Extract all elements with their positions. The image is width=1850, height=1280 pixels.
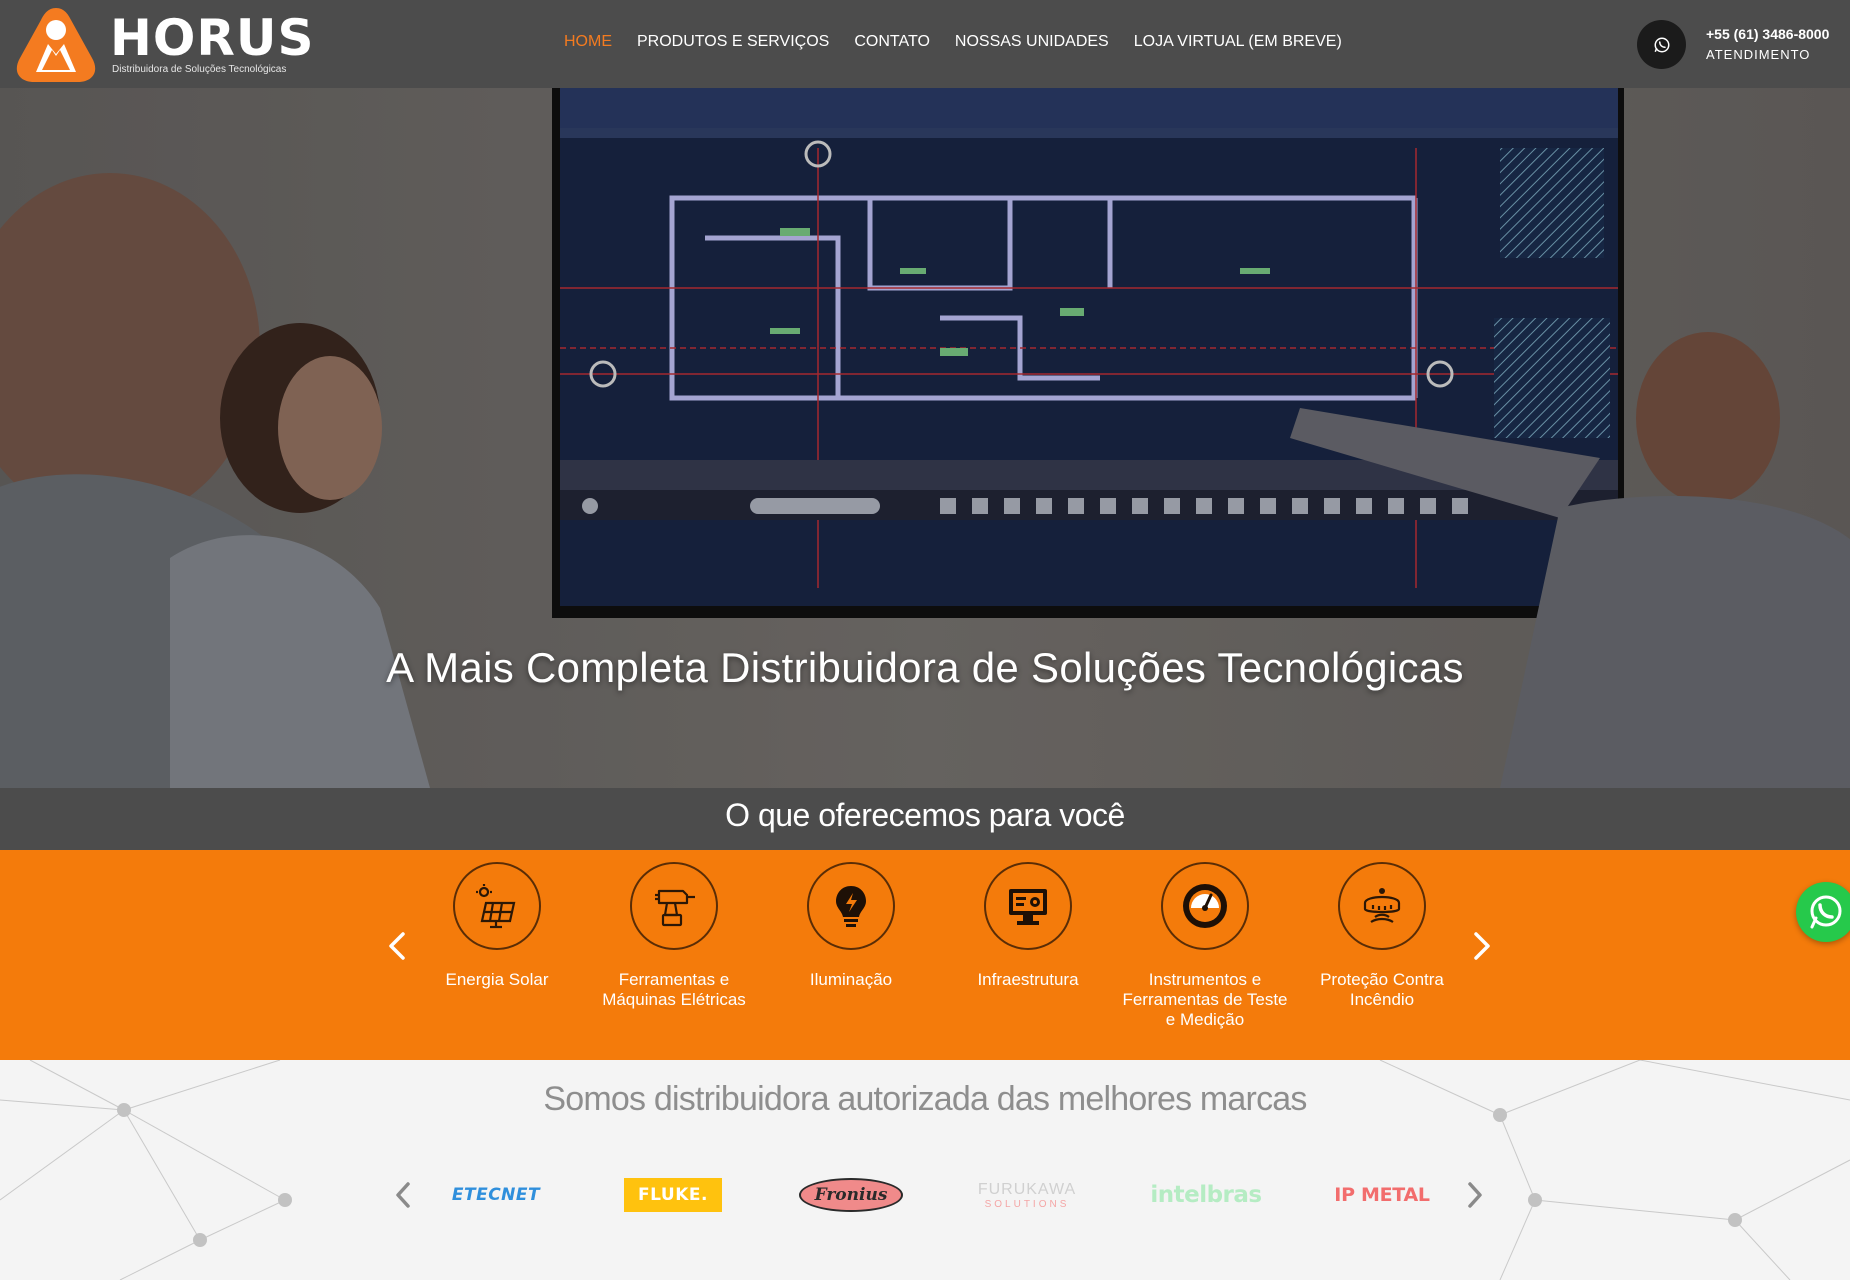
brands-title: Somos distribuidora autorizada das melho… (543, 1080, 1307, 1118)
nav-nossas-unidades[interactable]: NOSSAS UNIDADES (955, 33, 1109, 51)
nav-loja-virtual[interactable]: LOJA VIRTUAL (EM BREVE) (1134, 33, 1342, 51)
brand-logo-fluke[interactable]: FLUKE. (618, 1175, 728, 1215)
logo-tagline: Distribuidora de Soluções Tecnológicas (112, 64, 287, 75)
chevron-right-icon (1468, 1182, 1482, 1208)
whatsapp-icon (1654, 37, 1669, 52)
brand-logo-fronius[interactable]: Fronius (795, 1175, 907, 1215)
whatsapp-icon (1810, 895, 1842, 929)
main-nav: HOME PRODUTOS E SERVIÇOS CONTATO NOSSAS … (564, 33, 1342, 51)
horus-logo-icon (16, 8, 96, 82)
category-label: Infraestrutura (977, 970, 1079, 989)
category-icon-circle (1161, 862, 1249, 950)
brand-name: FLUKE. (624, 1178, 722, 1212)
category-icon-circle (453, 862, 541, 950)
brand-name: IP METAL (1334, 1184, 1430, 1206)
brands-section: Somos distribuidora autorizada das melho… (0, 1060, 1850, 1280)
category-label: Proteção Contra Incêndio (1320, 970, 1444, 1009)
gauge-icon (1183, 884, 1227, 928)
site-logo[interactable]: HORUS Distribuidora de Soluções Tecnológ… (14, 6, 314, 84)
brand-name: intelbras (1150, 1182, 1262, 1208)
nav-contato[interactable]: CONTATO (854, 33, 930, 51)
nav-produtos-servicos[interactable]: PRODUTOS E SERVIÇOS (637, 33, 829, 51)
brands-prev-button[interactable] (388, 1175, 418, 1215)
category-energia-solar[interactable]: Energia Solar (412, 862, 582, 990)
logo-wordmark: HORUS (110, 9, 315, 67)
lightbulb-icon (836, 886, 866, 927)
category-label: Instrumentos e Ferramentas de Teste e Me… (1122, 970, 1288, 1029)
whatsapp-header-button[interactable] (1637, 20, 1686, 69)
category-infraestrutura[interactable]: Infraestrutura (943, 862, 1113, 990)
nav-home[interactable]: HOME (564, 33, 612, 51)
carousel-prev-button[interactable] (382, 926, 412, 966)
brand-logo-ipmetal[interactable]: IP METAL (1322, 1175, 1442, 1215)
category-ferramentas[interactable]: Ferramentas e Máquinas Elétricas (589, 862, 759, 1010)
chevron-left-icon (396, 1182, 410, 1208)
hero-banner: A Mais Completa Distribuidora de Soluçõe… (0, 88, 1850, 788)
brands-next-button[interactable] (1460, 1175, 1490, 1215)
hero-headline: A Mais Completa Distribuidora de Soluçõe… (386, 644, 1464, 691)
brand-name: Fronius (798, 1178, 904, 1212)
brand-logo-furukawa[interactable]: FURUKAWA SOLUTIONS (970, 1175, 1084, 1215)
category-label: Ferramentas e Máquinas Elétricas (602, 970, 746, 1009)
chevron-left-icon (389, 932, 405, 960)
category-instrumentos[interactable]: Instrumentos e Ferramentas de Teste e Me… (1120, 862, 1290, 1030)
category-icon-circle (1338, 862, 1426, 950)
brand-name: FURUKAWA (977, 1180, 1077, 1198)
phone-label: ATENDIMENTO (1706, 47, 1811, 62)
offer-carousel: Energia Solar Ferramentas e Máquinas Elé… (0, 850, 1850, 1060)
site-header: HORUS Distribuidora de Soluções Tecnológ… (0, 0, 1850, 88)
brand-sub: SOLUTIONS (984, 1198, 1070, 1210)
whatsapp-floating-button[interactable] (1796, 882, 1850, 942)
infrastructure-icon (1009, 889, 1047, 925)
drill-icon (655, 889, 695, 927)
category-icon-circle (630, 862, 718, 950)
brand-logo-etecnet[interactable]: ETECNET (440, 1175, 552, 1215)
offer-title: O que oferecemos para você (725, 797, 1125, 833)
category-protecao-incendio[interactable]: Proteção Contra Incêndio (1297, 862, 1467, 1010)
category-icon-circle (984, 862, 1072, 950)
category-label: Iluminação (809, 970, 893, 989)
carousel-next-button[interactable] (1467, 926, 1497, 966)
offer-section-header: O que oferecemos para você (0, 788, 1850, 850)
brand-logo-intelbras[interactable]: intelbras (1148, 1175, 1264, 1215)
solar-panel-icon (476, 884, 516, 929)
smoke-detector-icon (1363, 888, 1401, 923)
category-icon-circle (807, 862, 895, 950)
brand-name: ETECNET (451, 1185, 541, 1205)
category-label: Energia Solar (445, 970, 549, 989)
phone-number[interactable]: +55 (61) 3486-8000 (1706, 26, 1829, 42)
category-iluminacao[interactable]: Iluminação (766, 862, 936, 990)
chevron-right-icon (1474, 932, 1490, 960)
